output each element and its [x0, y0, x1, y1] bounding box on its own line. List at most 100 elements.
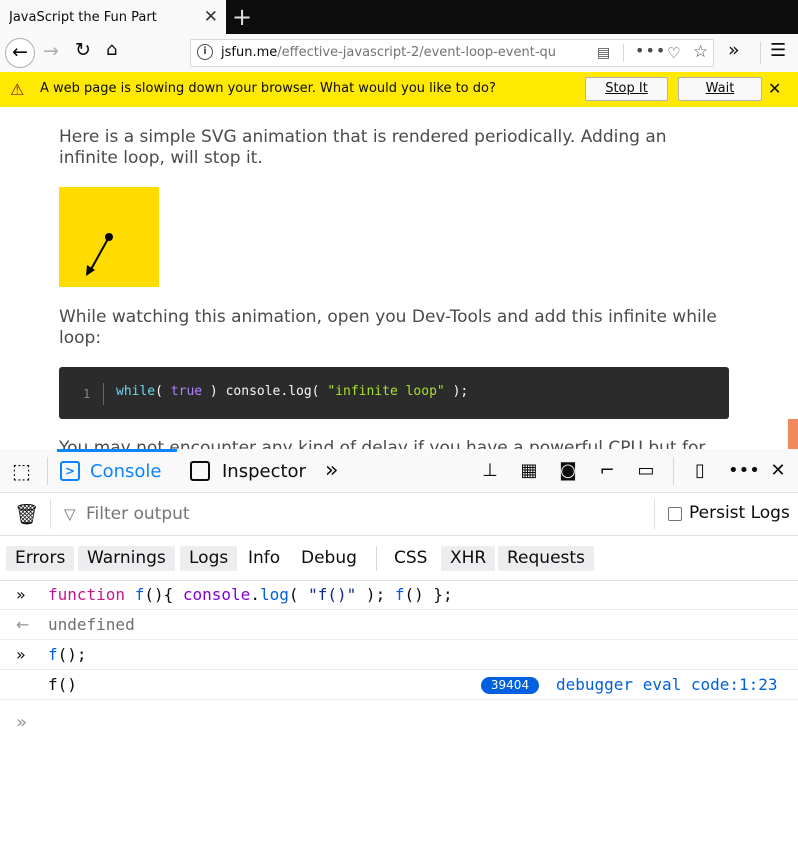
filter-debug-button[interactable]: Debug: [292, 546, 366, 571]
filter-divider: [50, 499, 51, 529]
cut-off-paragraph: You may not encounter any kind of delay …: [59, 438, 706, 449]
level-divider: [376, 546, 377, 571]
frame-select-icon[interactable]: ⊥: [478, 459, 502, 483]
tab-strip: JavaScript the Fun Part ✕ +: [0, 0, 798, 34]
console-icon: >: [60, 461, 80, 481]
reader-view-icon[interactable]: ▤: [597, 45, 610, 61]
console-log-row: f() 39404 debugger eval code:1:23: [0, 670, 798, 700]
code-token: () };: [404, 585, 453, 604]
home-button[interactable]: ⌂: [106, 39, 117, 60]
measure-icon[interactable]: ▭: [634, 459, 658, 483]
code-token: (: [288, 585, 309, 604]
code-call: ) console.log(: [202, 384, 328, 399]
stop-it-button[interactable]: Stop It: [585, 77, 668, 101]
filter-output-input[interactable]: [86, 504, 626, 524]
persist-logs-label[interactable]: Persist Logs: [689, 503, 790, 523]
url-host: jsfun.me: [221, 45, 278, 60]
scratchpad-icon[interactable]: ▦: [517, 459, 541, 483]
inspector-icon: [190, 461, 210, 481]
code-line: while( true ) console.log( "infinite loo…: [116, 384, 468, 399]
page-scrollbar[interactable]: [788, 419, 798, 449]
filter-requests-button[interactable]: Requests: [498, 546, 594, 571]
back-button[interactable]: ←: [5, 38, 35, 68]
code-token: f: [48, 645, 58, 664]
filter-xhr-button[interactable]: XHR: [441, 546, 496, 571]
svg-animation: [59, 187, 159, 287]
devtools-toolbar: ⬚ > Console Inspector » ⊥ ▦ ◙ ⌐ ▭ ▯ ••• …: [0, 449, 798, 493]
tab-inspector[interactable]: Inspector: [190, 459, 306, 483]
page-actions-icon[interactable]: •••: [635, 41, 666, 60]
console-input-row: » function f(){ console.log( "f()" ); f(…: [0, 580, 798, 610]
console-prompt-chevron-icon[interactable]: »: [16, 712, 27, 733]
browser-tab[interactable]: JavaScript the Fun Part ✕: [0, 0, 226, 34]
code-token: (){: [144, 585, 183, 604]
console-output: » function f(){ console.log( "f()" ); f(…: [0, 580, 798, 733]
wait-button[interactable]: Wait: [678, 77, 762, 101]
url-bar[interactable]: i jsfun.me/effective-javascript-2/event-…: [190, 39, 714, 67]
forward-button[interactable]: →: [43, 40, 59, 62]
console-log-text: f(): [48, 675, 77, 694]
code-token: "f()": [308, 585, 357, 604]
pocket-icon[interactable]: ♡: [667, 44, 680, 62]
console-input-row: » f();: [0, 640, 798, 670]
source-position: :1:23: [729, 675, 778, 694]
log-level-filters: Errors Warnings Logs Info Debug CSS XHR …: [0, 536, 798, 581]
code-token: log: [259, 585, 289, 604]
filter-divider-2: [654, 499, 655, 529]
code-token: );: [356, 585, 395, 604]
close-devtools-icon[interactable]: ✕: [766, 459, 790, 483]
rulers-icon[interactable]: ⌐: [595, 459, 619, 483]
notification-message: A web page is slowing down your browser.…: [40, 81, 496, 96]
bookmark-star-icon[interactable]: ☆: [693, 42, 708, 62]
toolbar-divider: [47, 457, 48, 485]
filter-bar: 🗑 ▽ Persist Logs: [0, 493, 798, 536]
more-tools-chevron-icon[interactable]: »: [325, 458, 338, 483]
code-punct: (: [155, 384, 171, 399]
tab-close-icon[interactable]: ✕: [204, 7, 218, 27]
persist-logs-checkbox[interactable]: [668, 507, 682, 521]
hamburger-menu-icon[interactable]: ☰: [770, 40, 786, 61]
devtools-panel: ⬚ > Console Inspector » ⊥ ▦ ◙ ⌐ ▭ ▯ ••• …: [0, 449, 798, 859]
code-token: function: [48, 585, 126, 604]
filter-css-button[interactable]: CSS: [385, 546, 436, 571]
navigation-toolbar: ← → ↻ ⌂ i jsfun.me/effective-javascript-…: [0, 34, 798, 73]
new-tab-button[interactable]: +: [228, 3, 256, 31]
tab-inspector-label: Inspector: [222, 460, 306, 482]
instruction-paragraph: While watching this animation, open you …: [59, 307, 717, 348]
code-block: 1 while( true ) console.log( "infinite l…: [59, 367, 729, 419]
filter-warnings-button[interactable]: Warnings: [78, 546, 175, 571]
code-string: "infinite loop": [327, 384, 445, 399]
screenshot-icon[interactable]: ◙: [556, 459, 580, 483]
console-result-row: ← undefined: [0, 610, 798, 640]
tab-console[interactable]: > Console: [60, 459, 161, 483]
toolbar-divider-2: [673, 457, 674, 485]
clear-console-trash-icon[interactable]: 🗑: [14, 502, 39, 526]
devtools-options-icon[interactable]: •••: [728, 459, 760, 483]
url-text[interactable]: jsfun.me/effective-javascript-2/event-lo…: [221, 45, 561, 60]
log-source-link[interactable]: debugger eval code:1:23: [556, 675, 778, 694]
nav-divider: [760, 42, 761, 64]
reload-button[interactable]: ↻: [75, 39, 91, 61]
code-line-number: 1: [83, 387, 91, 401]
console-result-text: undefined: [48, 615, 135, 634]
code-token: ();: [57, 645, 87, 664]
intro-paragraph: Here is a simple SVG animation that is r…: [59, 127, 667, 168]
site-info-icon[interactable]: i: [197, 44, 213, 60]
slow-script-notification: ⚠ A web page is slowing down your browse…: [0, 72, 798, 107]
overflow-chevron-icon[interactable]: »: [728, 39, 740, 61]
filter-info-button[interactable]: Info: [239, 546, 289, 571]
code-end: );: [444, 384, 469, 399]
slow-page-icon: ⚠: [10, 80, 25, 99]
repeat-count-badge: 39404: [481, 677, 539, 694]
code-token: f: [134, 585, 145, 604]
responsive-design-icon[interactable]: ▯: [688, 459, 712, 483]
filter-errors-button[interactable]: Errors: [6, 546, 75, 571]
url-path: /effective-javascript-2/event-loop-event…: [277, 45, 556, 60]
source-name: debugger eval code: [556, 675, 730, 694]
notification-close-icon[interactable]: ✕: [768, 79, 781, 98]
filter-logs-button[interactable]: Logs: [180, 546, 238, 571]
element-picker-icon[interactable]: ⬚: [12, 459, 36, 483]
code-keyword: while: [116, 384, 156, 399]
input-chevron-icon: »: [16, 645, 26, 664]
